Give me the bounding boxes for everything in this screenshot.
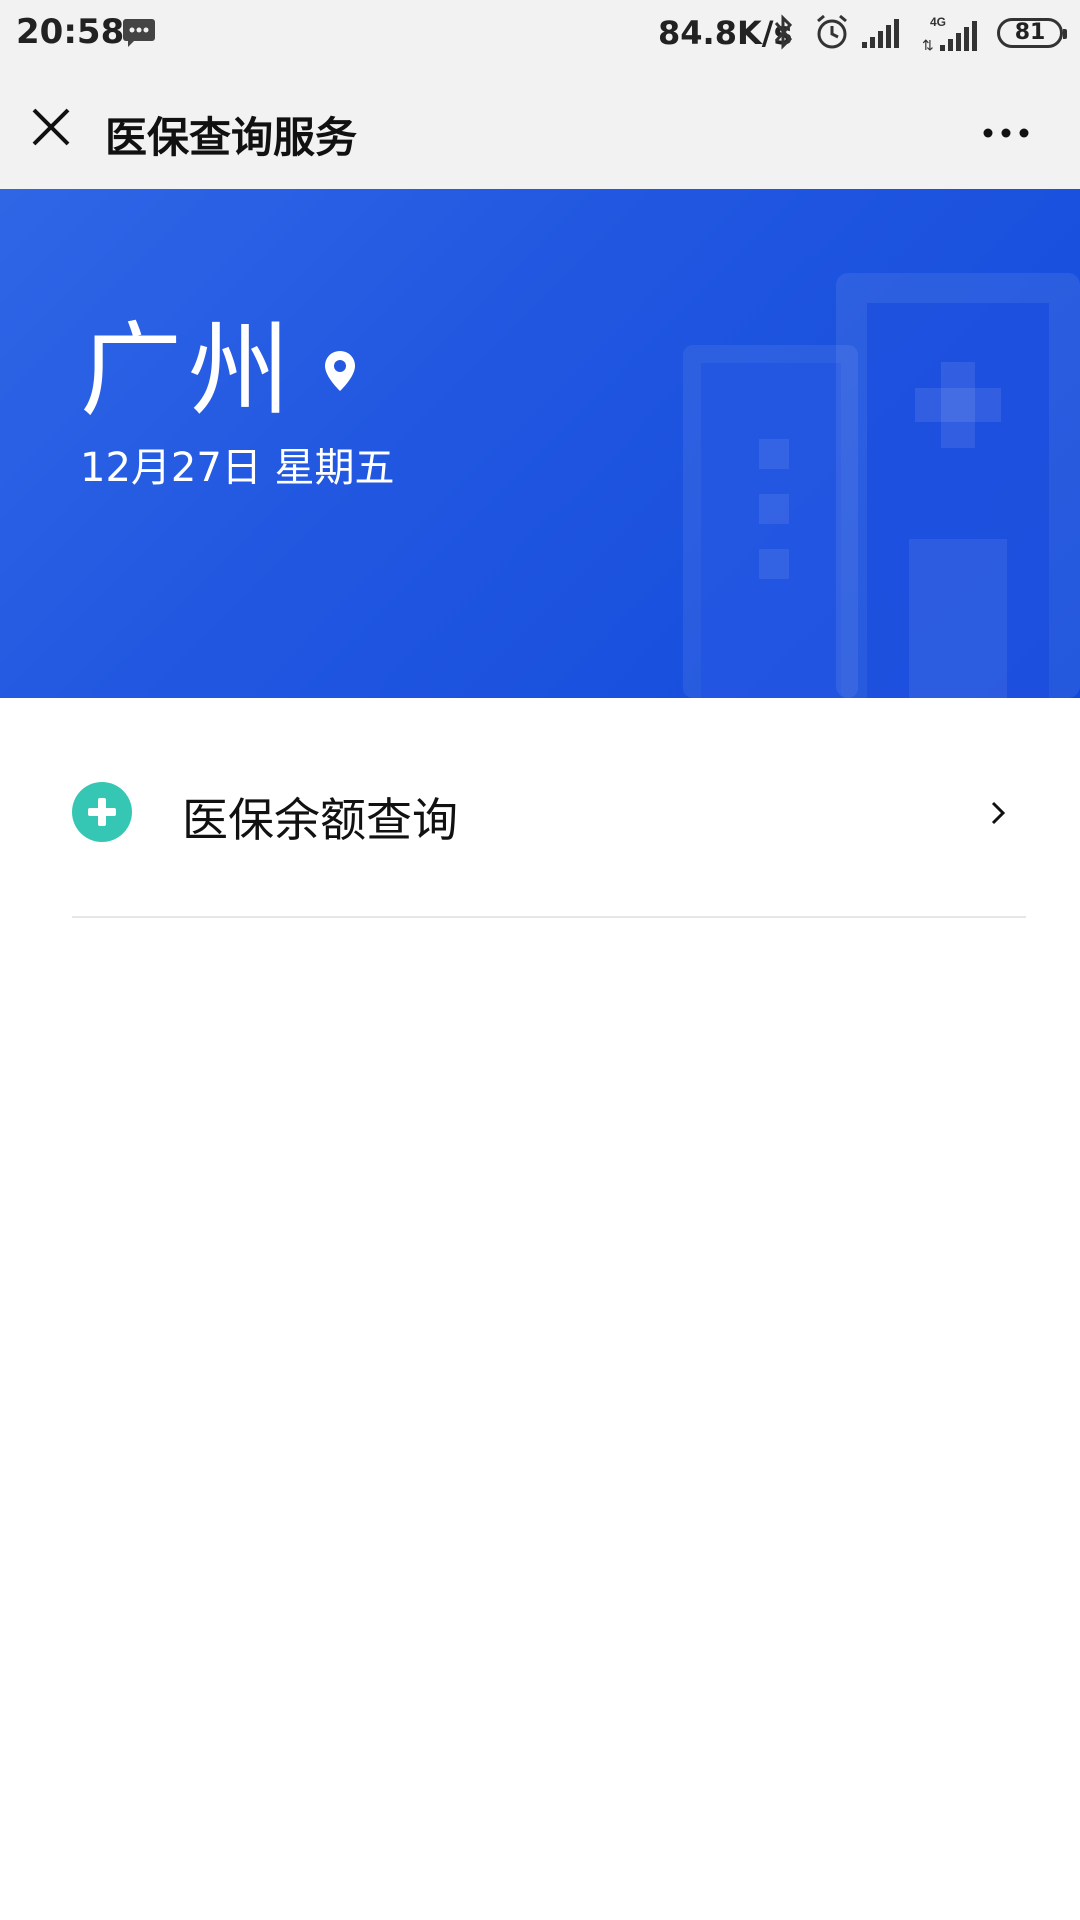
message-icon <box>122 18 156 52</box>
medical-plus-icon <box>72 782 132 842</box>
list-item-label: 医保余额查询 <box>182 793 458 847</box>
location-pin-icon <box>322 349 358 397</box>
nav-bar: 医保查询服务 <box>0 68 1080 189</box>
location-banner: 广州 12月27日 星期五 <box>0 189 1080 698</box>
bluetooth-icon <box>772 12 796 56</box>
more-icon[interactable] <box>982 124 1030 143</box>
status-bar: 20:58 84.8K/s 4G ⇅ 81 <box>0 0 1080 68</box>
network-type-label: 4G <box>930 15 946 29</box>
signal-icon <box>860 16 904 54</box>
battery-icon: 81 <box>997 18 1067 48</box>
page-title: 医保查询服务 <box>105 113 358 162</box>
date-label: 12月27日 星期五 <box>80 445 395 491</box>
list-item-balance-query[interactable]: 医保余额查询 <box>72 718 1026 918</box>
signal-4g-icon: 4G ⇅ <box>922 14 984 58</box>
status-time: 20:58 <box>16 12 125 52</box>
svg-text:⇅: ⇅ <box>922 37 934 53</box>
close-icon[interactable] <box>30 106 72 152</box>
chevron-right-icon <box>988 798 1008 832</box>
battery-level: 81 <box>1014 20 1046 45</box>
city-name: 广州 <box>80 312 296 431</box>
alarm-icon <box>813 12 851 56</box>
hospital-building-icon <box>683 273 1080 698</box>
